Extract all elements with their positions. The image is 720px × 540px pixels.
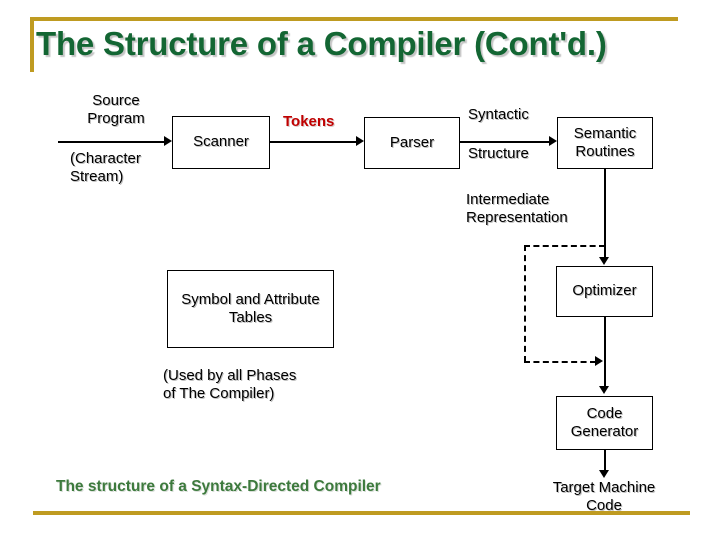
left-gold-bar bbox=[30, 17, 34, 72]
box-semantic-routines[interactable]: Semantic Routines bbox=[557, 117, 653, 169]
box-scanner[interactable]: Scanner bbox=[172, 116, 270, 169]
arrow-parser-to-semantic-head bbox=[549, 136, 557, 146]
arrow-codegen-to-target-line bbox=[604, 450, 606, 472]
arrow-scanner-to-parser-line bbox=[270, 141, 358, 143]
label-source-program: Source Program bbox=[87, 92, 145, 128]
bypass-arrow-head bbox=[595, 356, 603, 366]
slide-caption: The structure of a Syntax-Directed Compi… bbox=[56, 478, 381, 495]
box-code-generator[interactable]: Code Generator bbox=[556, 396, 653, 450]
page-title: The Structure of a Compiler (Cont'd.) bbox=[36, 25, 607, 62]
arrow-source-to-scanner-head bbox=[164, 136, 172, 146]
label-intermediate-representation: Intermediate Representation bbox=[466, 191, 568, 227]
label-character-stream: (Character Stream) bbox=[70, 150, 141, 186]
box-parser[interactable]: Parser bbox=[364, 117, 460, 169]
arrow-optimizer-to-codegen-head bbox=[599, 386, 609, 394]
bypass-left-segment bbox=[524, 245, 526, 362]
arrow-codegen-to-target-head bbox=[599, 470, 609, 478]
arrow-optimizer-to-codegen-line bbox=[604, 317, 606, 387]
arrow-scanner-to-parser-head bbox=[356, 136, 364, 146]
arrow-semantic-to-optimizer-head bbox=[599, 257, 609, 265]
box-optimizer[interactable]: Optimizer bbox=[556, 266, 653, 317]
label-structure: Structure bbox=[468, 145, 529, 162]
bypass-bottom-segment bbox=[524, 361, 596, 363]
top-gold-rule bbox=[30, 17, 678, 21]
box-symbol-attribute-tables[interactable]: Symbol and Attribute Tables bbox=[167, 270, 334, 348]
label-tokens: Tokens bbox=[283, 113, 335, 130]
label-used-by-all-phases: (Used by all Phases of The Compiler) bbox=[163, 367, 297, 403]
arrow-parser-to-semantic-line bbox=[460, 141, 551, 143]
slide-canvas: The Structure of a Compiler (Cont'd.) So… bbox=[0, 0, 720, 540]
label-syntactic: Syntactic bbox=[468, 106, 529, 123]
bypass-top-segment bbox=[524, 245, 605, 247]
arrow-source-to-scanner-line bbox=[58, 141, 164, 143]
label-target-machine-code: Target Machine Code bbox=[552, 479, 656, 515]
